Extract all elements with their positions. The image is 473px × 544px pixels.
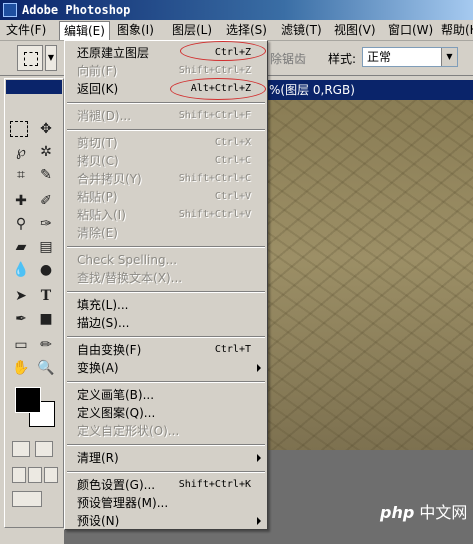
screen-mode-full-button[interactable] [44, 467, 58, 483]
menu-item-step-forward[interactable]: 向前(F) Shift+Ctrl+Z [65, 62, 267, 80]
menu-separator [67, 291, 265, 293]
quickmask-mode-button[interactable] [35, 441, 53, 457]
magic-wand-tool-icon[interactable]: ✲ [35, 142, 57, 162]
style-label: 样式: [328, 52, 357, 66]
menu-separator [67, 102, 265, 104]
menu-edit[interactable]: 编辑(E) [59, 21, 110, 40]
blur-tool-icon[interactable]: 💧 [10, 260, 32, 280]
clone-stamp-tool-icon[interactable]: ⚲ [10, 214, 32, 234]
menu-item-define-custom-shape[interactable]: 定义自定形状(O)... [65, 422, 267, 440]
menu-file[interactable]: 文件(F) [2, 21, 50, 40]
annotation-oval [170, 78, 266, 100]
menu-item-check-spelling[interactable]: Check Spelling... [65, 251, 267, 269]
menu-help[interactable]: 帮助(H) [437, 21, 473, 40]
menu-item-purge[interactable]: 清理(R) [65, 449, 267, 467]
menu-separator [67, 381, 265, 383]
shape-tool-icon[interactable]: ■ [35, 309, 57, 329]
style-select-value: 正常 [367, 50, 392, 64]
document-title: %(图层 0,RGB) [269, 83, 355, 97]
menu-window[interactable]: 窗口(W) [384, 21, 437, 40]
move-tool-icon[interactable]: ✥ [35, 119, 57, 139]
menu-item-color-settings[interactable]: 颜色设置(G)... Shift+Ctrl+K [65, 476, 267, 494]
menu-select[interactable]: 选择(S) [222, 21, 271, 40]
notes-tool-icon[interactable]: ▭ [10, 335, 32, 355]
menu-item-copy[interactable]: 拷贝(C) Ctrl+C [65, 152, 267, 170]
menu-item-preset-manager[interactable]: 预设管理器(M)... [65, 494, 267, 512]
history-brush-tool-icon[interactable]: ✑ [35, 214, 57, 234]
toolbox: ✥ ℘ ✲ ⌗ ✎ ✚ ✐ ⚲ ✑ ▰ ▤ 💧 ● ➤ T ✒ ■ ▭ ✏ ✋ … [4, 78, 64, 528]
screen-mode-full-menu-button[interactable] [28, 467, 42, 483]
antialias-checkbox-label[interactable]: 除锯齿 [270, 50, 306, 67]
pen-tool-icon[interactable]: ✒ [10, 309, 32, 329]
screen-mode-standard-button[interactable] [12, 467, 26, 483]
menu-item-fade[interactable]: 消褪(D)... Shift+Ctrl+F [65, 107, 267, 125]
dodge-tool-icon[interactable]: ● [35, 260, 57, 280]
menu-item-paste-into[interactable]: 粘贴入(I) Shift+Ctrl+V [65, 206, 267, 224]
annotation-oval [180, 41, 266, 61]
gradient-tool-icon[interactable]: ▤ [35, 237, 57, 257]
menu-separator [67, 246, 265, 248]
zoom-tool-icon[interactable]: 🔍 [35, 358, 57, 378]
window-titlebar: Adobe Photoshop [0, 0, 473, 20]
eyedropper-tool-icon[interactable]: ✏ [35, 335, 57, 355]
menu-item-define-pattern[interactable]: 定义图案(Q)... [65, 404, 267, 422]
menu-separator [67, 336, 265, 338]
path-selection-tool-icon[interactable]: ➤ [10, 286, 32, 306]
menu-image[interactable]: 图象(I) [113, 21, 158, 40]
menubar: 文件(F) 编辑(E) 图象(I) 图层(L) 选择(S) 滤镜(T) 视图(V… [0, 20, 473, 41]
brush-tool-icon[interactable]: ✐ [35, 191, 57, 211]
rect-marquee-tool-icon[interactable] [10, 121, 28, 137]
menu-item-transform[interactable]: 变换(A) [65, 359, 267, 377]
submenu-arrow-icon [257, 517, 261, 525]
menu-item-find-replace[interactable]: 查找/替换文本(X)... [65, 269, 267, 287]
menu-separator [67, 444, 265, 446]
menu-item-cut[interactable]: 剪切(T) Ctrl+X [65, 134, 267, 152]
menu-view[interactable]: 视图(V) [330, 21, 380, 40]
style-select[interactable]: 正常 ▼ [362, 47, 458, 67]
watermark: php 中文网 [380, 500, 470, 526]
hand-tool-icon[interactable]: ✋ [10, 358, 32, 378]
marquee-preset-button[interactable] [17, 45, 43, 71]
menu-item-presets[interactable]: 预设(N) [65, 512, 267, 530]
window-title: Adobe Photoshop [22, 3, 131, 17]
menu-layer[interactable]: 图层(L) [168, 21, 216, 40]
type-tool-icon[interactable]: T [35, 286, 57, 306]
jump-to-imageready-button[interactable] [12, 491, 42, 507]
menu-item-copy-merged[interactable]: 合并拷贝(Y) Shift+Ctrl+C [65, 170, 267, 188]
menu-item-clear[interactable]: 清除(E) [65, 224, 267, 242]
edit-menu-dropdown: 还原建立图层 Ctrl+Z 向前(F) Shift+Ctrl+Z 返回(K) A… [64, 40, 268, 530]
watermark-logo: php [380, 503, 415, 522]
menu-item-stroke[interactable]: 描边(S)... [65, 314, 267, 332]
crop-tool-icon[interactable]: ⌗ [10, 165, 32, 185]
foreground-color-swatch[interactable] [15, 387, 41, 413]
menu-filter[interactable]: 滤镜(T) [277, 21, 326, 40]
slice-tool-icon[interactable]: ✎ [35, 165, 57, 185]
standard-mode-button[interactable] [12, 441, 30, 457]
eraser-tool-icon[interactable]: ▰ [10, 237, 32, 257]
menu-item-fill[interactable]: 填充(L)... [65, 296, 267, 314]
menu-separator [67, 129, 265, 131]
menu-item-define-brush[interactable]: 定义画笔(B)... [65, 386, 267, 404]
toolbox-header [6, 80, 62, 94]
submenu-arrow-icon [257, 364, 261, 372]
lasso-tool-icon[interactable]: ℘ [10, 142, 32, 162]
menu-item-free-transform[interactable]: 自由变换(F) Ctrl+T [65, 341, 267, 359]
submenu-arrow-icon [257, 454, 261, 462]
chevron-down-icon[interactable]: ▼ [45, 45, 57, 71]
healing-brush-tool-icon[interactable]: ✚ [10, 191, 32, 211]
menu-separator [67, 471, 265, 473]
photoshop-app-icon [3, 3, 17, 17]
watermark-text: 中文网 [419, 503, 468, 522]
dropdown-arrow-icon[interactable]: ▼ [441, 48, 457, 66]
menu-item-paste[interactable]: 粘贴(P) Ctrl+V [65, 188, 267, 206]
